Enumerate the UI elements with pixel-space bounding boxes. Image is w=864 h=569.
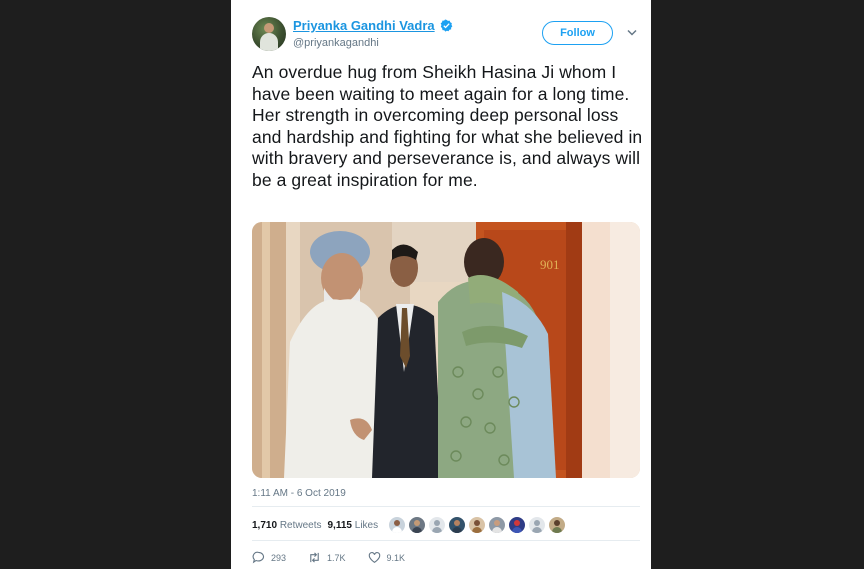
like-count: 9.1K — [386, 552, 406, 563]
retweet-icon — [310, 552, 319, 563]
reply-button[interactable]: 293 — [252, 551, 286, 564]
tweet-timestamp[interactable]: 1:11 AM - 6 Oct 2019 — [252, 488, 346, 499]
author-avatar[interactable] — [252, 17, 286, 51]
liker-avatar[interactable] — [508, 516, 526, 534]
liker-avatar[interactable] — [488, 516, 506, 534]
door-number: 901 — [540, 257, 560, 272]
liker-avatar[interactable] — [428, 516, 446, 534]
reply-count: 293 — [271, 552, 287, 563]
retweets-stat[interactable]: 1,710 Retweets — [252, 520, 322, 531]
liker-avatar[interactable] — [468, 516, 486, 534]
engagement-stats: 1,710 Retweets 9,115 Likes — [252, 520, 378, 531]
tweet-text: An overdue hug from Sheikh Hasina Ji who… — [252, 62, 643, 190]
liker-avatar[interactable] — [548, 516, 566, 534]
liker-avatar[interactable] — [408, 516, 426, 534]
author-handle[interactable]: @priyankagandhi — [293, 37, 379, 49]
follow-button[interactable]: Follow — [542, 21, 613, 45]
author-name[interactable]: Priyanka Gandhi Vadra — [293, 18, 435, 33]
verified-badge-icon — [440, 19, 452, 32]
divider — [252, 540, 640, 541]
liker-avatar[interactable] — [528, 516, 546, 534]
chevron-down-icon[interactable] — [627, 29, 637, 37]
reply-icon — [252, 551, 265, 564]
divider — [252, 506, 640, 507]
like-button[interactable]: 9.1K — [368, 551, 406, 564]
tweet-actions: 293 1.7K 9.1K — [252, 551, 405, 564]
likes-stat[interactable]: 9,115 Likes — [328, 520, 379, 531]
retweet-count: 1.7K — [327, 552, 346, 563]
liker-avatars — [388, 516, 566, 534]
retweet-button[interactable]: 1.7K — [308, 551, 346, 564]
liker-avatar[interactable] — [448, 516, 466, 534]
liker-avatar[interactable] — [388, 516, 406, 534]
heart-icon — [368, 552, 380, 563]
tweet-card: Priyanka Gandhi Vadra @priyankagandhi Fo… — [231, 0, 651, 569]
photo-illustration: 901 — [252, 222, 640, 478]
tweet-photo[interactable]: 901 — [252, 222, 640, 478]
